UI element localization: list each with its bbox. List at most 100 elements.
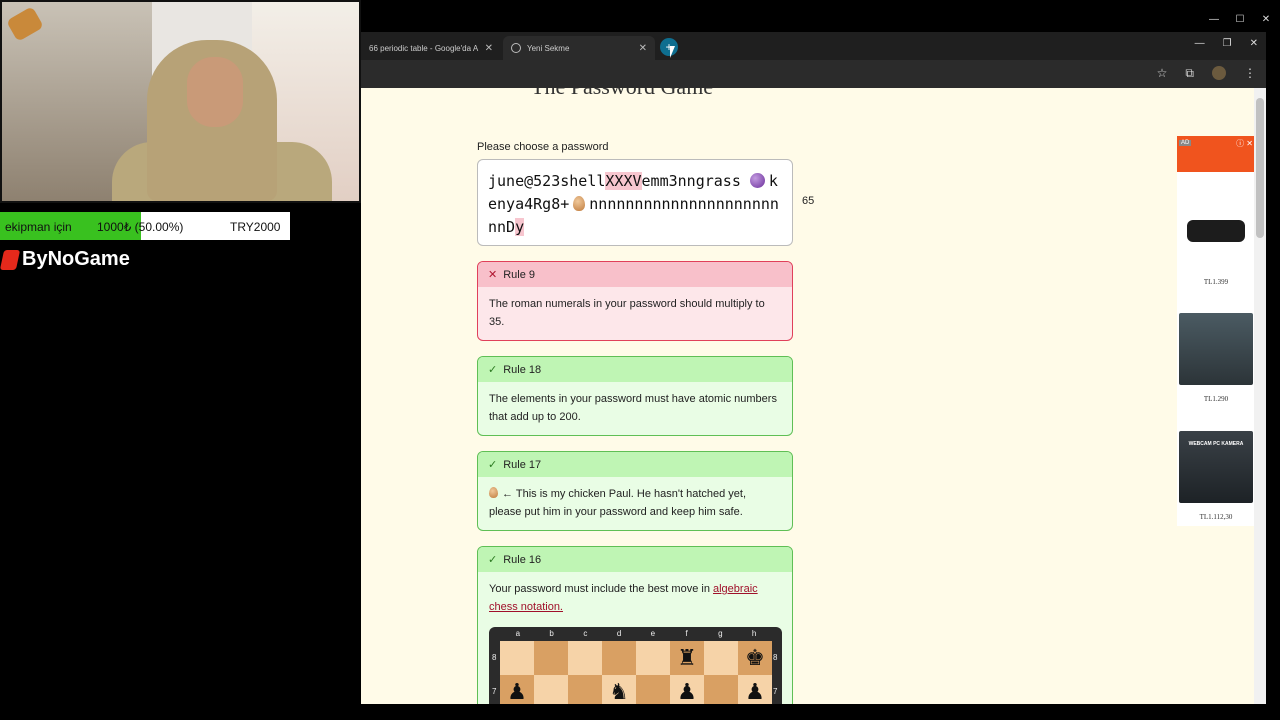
donation-goal-bar: ekipman için 1000₺ (50.00%) TRY2000 xyxy=(0,212,290,240)
rule-card: ✓ Rule 18 The elements in your password m… xyxy=(477,356,793,436)
rule-title: Rule 18 xyxy=(503,363,542,376)
restore-icon[interactable]: ❐ xyxy=(1223,38,1232,49)
password-label: Please choose a password xyxy=(477,141,609,153)
chess-squares: 8 8 7 7 ♜ ♚ ♟ ♞ ♟ ♟ xyxy=(489,641,782,704)
rule-header: ✕ Rule 9 xyxy=(478,262,792,287)
bread-icon xyxy=(4,4,44,44)
mouse-cursor-icon xyxy=(670,46,675,58)
close-icon[interactable]: ✕ xyxy=(1260,14,1272,25)
tab-google-search[interactable]: 66 periodic table - Google'da A ✕ xyxy=(361,36,501,60)
rule-header: ✓ Rule 16 xyxy=(478,547,792,572)
chess-board: a b c d e f g h 8 8 7 7 ♜ ♚ ♟ ♞ ♟ ♟ xyxy=(489,627,782,704)
roman-numeral-highlight: XXXV xyxy=(605,172,642,190)
toolbar-icons: ☆ ⧉ ⋮ xyxy=(1157,66,1256,81)
globe-icon xyxy=(511,43,521,53)
file-label: a xyxy=(515,629,521,638)
black-rook-icon[interactable]: ♜ xyxy=(670,641,704,675)
check-icon: ✓ xyxy=(488,459,498,471)
ad-banner[interactable]: AD ⓘ ✕ xyxy=(1177,136,1254,172)
brand-logo: ByNoGame xyxy=(0,248,130,271)
minimize-icon[interactable]: — xyxy=(1195,38,1205,49)
chess-square[interactable] xyxy=(636,675,670,704)
chess-file-labels: a b c d e f g h xyxy=(501,629,771,639)
chess-square[interactable] xyxy=(636,641,670,675)
page-title: The Password Game xyxy=(531,88,713,100)
egg-icon xyxy=(573,196,586,211)
chess-square[interactable] xyxy=(704,675,738,704)
streamer-face xyxy=(187,57,243,127)
black-pawn-icon[interactable]: ♟ xyxy=(670,675,704,704)
ad-panel[interactable]: AD ⓘ ✕ TL1.399 TL1.290 WEBCAM PC KAMERA … xyxy=(1177,136,1254,526)
rule-body: ← This is my chicken Paul. He hasn't hat… xyxy=(478,477,792,529)
chess-square[interactable] xyxy=(568,675,602,704)
chess-square[interactable] xyxy=(534,675,568,704)
chess-square[interactable] xyxy=(602,641,636,675)
file-label: d xyxy=(616,629,622,638)
file-label: h xyxy=(751,629,757,638)
rule-card: ✓ Rule 16 Your password must include the … xyxy=(477,546,793,704)
chess-square[interactable] xyxy=(534,641,568,675)
bottom-black-bar xyxy=(0,704,1280,720)
page-content: The Password Game Please choose a passwo… xyxy=(361,88,1254,704)
file-label: b xyxy=(549,629,554,638)
donation-code: TRY2000 xyxy=(230,220,281,234)
ad-price[interactable]: TL1.112,30 xyxy=(1177,513,1254,521)
black-pawn-icon[interactable]: ♟ xyxy=(738,675,772,704)
donation-amount: 1000₺ (50.00%) xyxy=(97,220,184,234)
file-label: e xyxy=(650,629,656,638)
black-king-icon[interactable]: ♚ xyxy=(738,641,772,675)
close-icon[interactable]: ✕ xyxy=(1250,38,1258,49)
rule-title: Rule 16 xyxy=(503,553,542,566)
rule-text: The elements in your password must have … xyxy=(489,393,777,423)
ad-price[interactable]: TL1.290 xyxy=(1177,395,1254,403)
menu-dots-icon[interactable]: ⋮ xyxy=(1244,66,1256,81)
character-count: 65 xyxy=(802,195,815,207)
rank-label: 8 xyxy=(492,653,497,662)
os-window-controls: — ☐ ✕ xyxy=(1208,14,1272,25)
file-label: f xyxy=(685,629,688,638)
chess-square[interactable] xyxy=(500,641,534,675)
chess-square[interactable] xyxy=(704,641,738,675)
rule-body: Your password must include the best move… xyxy=(478,572,792,624)
password-input[interactable]: june@523shellXXXVemm3nngrass kenya4Rg8+ n… xyxy=(477,159,793,246)
rule-title: Rule 17 xyxy=(503,458,542,471)
extensions-icon[interactable]: ⧉ xyxy=(1185,66,1194,81)
tripod-product-image[interactable] xyxy=(1179,313,1253,385)
bookmark-star-icon[interactable]: ☆ xyxy=(1157,66,1168,81)
black-knight-icon[interactable]: ♞ xyxy=(602,675,636,704)
tab-title: 66 periodic table - Google'da A xyxy=(369,43,479,53)
scrollbar-thumb[interactable] xyxy=(1256,98,1264,238)
rule-title: Rule 9 xyxy=(503,268,536,281)
file-label: c xyxy=(583,629,588,638)
cross-icon: ✕ xyxy=(488,269,498,281)
profile-avatar-icon[interactable] xyxy=(1212,66,1226,80)
close-tab-icon[interactable]: ✕ xyxy=(485,43,493,54)
password-text: emm3nngrass xyxy=(641,172,741,190)
maximize-icon[interactable]: ☐ xyxy=(1234,14,1246,25)
rule-card: ✕ Rule 9 The roman numerals in your passw… xyxy=(477,261,793,341)
ad-price[interactable]: TL1.399 xyxy=(1177,278,1254,286)
file-label: g xyxy=(718,629,723,638)
rank-label: 7 xyxy=(492,687,497,696)
webcam-kamera-product-image[interactable]: WEBCAM PC KAMERA xyxy=(1179,431,1253,503)
rule-text: The roman numerals in your password shou… xyxy=(489,298,765,328)
rule-text: ← This is my chicken Paul. He hasn't hat… xyxy=(489,488,747,518)
page-scrollbar[interactable] xyxy=(1254,88,1266,704)
tab-new[interactable]: Yeni Sekme ✕ xyxy=(503,36,655,60)
rank-label: 8 xyxy=(773,653,778,662)
rule-card: ✓ Rule 17 ← This is my chicken Paul. He h… xyxy=(477,451,793,531)
rank-label: 7 xyxy=(773,687,778,696)
webcam-product-image[interactable] xyxy=(1179,196,1253,268)
minimize-icon[interactable]: — xyxy=(1208,14,1220,25)
ad-close-icon[interactable]: ⓘ ✕ xyxy=(1236,138,1253,149)
screen: — ☐ ✕ 66 periodic table - Google'da A ✕ … xyxy=(0,0,1280,720)
ad-badge: AD xyxy=(1179,140,1192,146)
close-tab-icon[interactable]: ✕ xyxy=(639,43,647,54)
rule-header: ✓ Rule 17 xyxy=(478,452,792,477)
new-tab-button[interactable]: + xyxy=(660,38,678,56)
black-pawn-icon[interactable]: ♟ xyxy=(500,675,534,704)
tab-title: Yeni Sekme xyxy=(527,43,570,53)
chess-square[interactable] xyxy=(568,641,602,675)
element-highlight: y xyxy=(515,218,525,236)
tab-strip: 66 periodic table - Google'da A ✕ Yeni S… xyxy=(361,32,1266,60)
